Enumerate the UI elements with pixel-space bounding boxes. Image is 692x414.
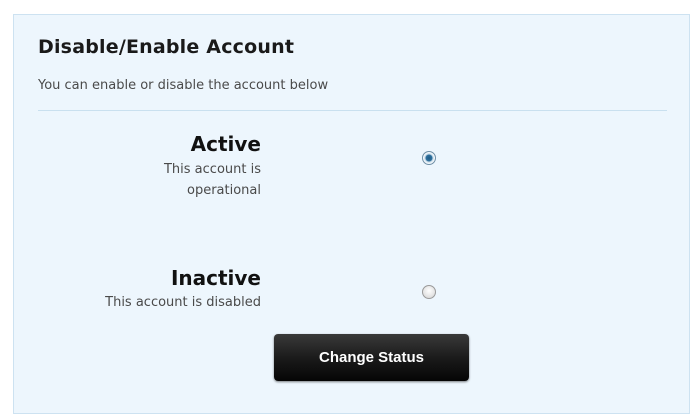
inactive-option-description: This account is disabled <box>105 295 261 310</box>
change-status-button[interactable]: Change Status <box>274 334 469 381</box>
divider <box>38 110 667 111</box>
inactive-option-label: Inactive <box>170 266 261 290</box>
section-title: Disable/Enable Account <box>38 36 295 58</box>
active-radio-button[interactable] <box>422 151 436 165</box>
inactive-radio-button[interactable] <box>422 285 436 299</box>
section-subtitle: You can enable or disable the account be… <box>38 78 329 93</box>
active-option-description: This account is operational <box>163 162 261 198</box>
active-option-label: Active <box>190 132 261 156</box>
